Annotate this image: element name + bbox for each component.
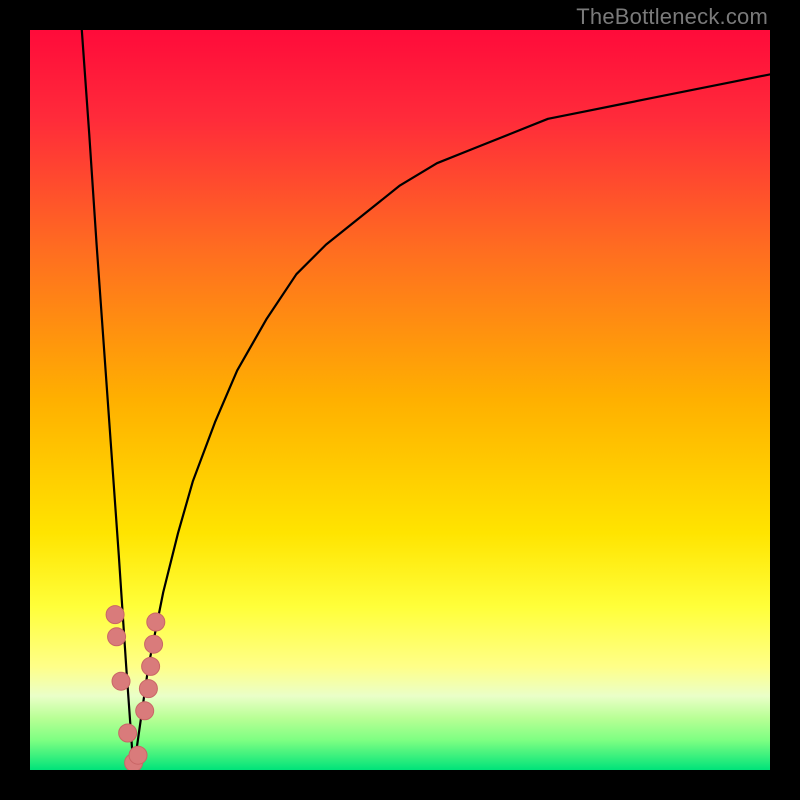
chart-frame: TheBottleneck.com bbox=[0, 0, 800, 800]
data-marker bbox=[112, 672, 130, 690]
data-marker bbox=[129, 746, 147, 764]
plot-area bbox=[30, 30, 770, 770]
data-marker bbox=[145, 635, 163, 653]
watermark-text: TheBottleneck.com bbox=[576, 4, 768, 30]
data-marker bbox=[142, 657, 160, 675]
data-marker bbox=[119, 724, 137, 742]
data-marker bbox=[108, 628, 126, 646]
data-marker bbox=[106, 606, 124, 624]
data-marker bbox=[139, 680, 157, 698]
gradient-background bbox=[30, 30, 770, 770]
bottleneck-chart bbox=[30, 30, 770, 770]
data-marker bbox=[147, 613, 165, 631]
data-marker bbox=[136, 702, 154, 720]
